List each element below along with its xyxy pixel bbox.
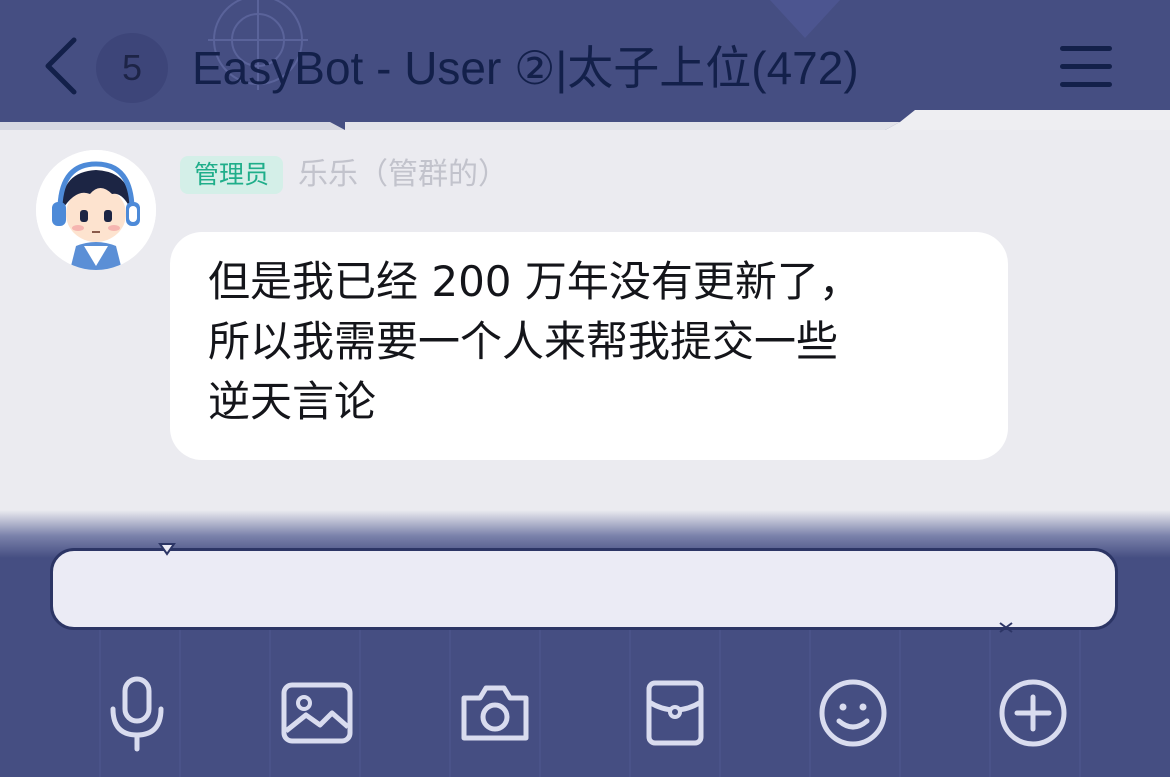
unread-count: 5 (121, 47, 143, 88)
back-button[interactable] (38, 34, 86, 98)
message-text-line: 逆天言论 (208, 377, 377, 426)
plus-icon (999, 679, 1067, 747)
image-icon (281, 682, 353, 744)
more-button[interactable] (988, 668, 1078, 758)
camera-icon (461, 685, 529, 741)
message-text-line: 但是我已经 200 万年没有更新了， (208, 257, 861, 306)
image-button[interactable] (272, 668, 362, 758)
voice-button[interactable] (92, 668, 182, 758)
admin-role-badge: 管理员 (180, 156, 284, 194)
input-toolbar (0, 668, 1170, 758)
hamburger-menu-icon (1060, 46, 1112, 51)
message-input[interactable] (50, 548, 1118, 630)
triangle-marker-icon (158, 543, 176, 556)
message-bubble[interactable]: 但是我已经 200 万年没有更新了， 所以我需要一个人来帮我提交一些 逆天言论 (170, 232, 1008, 460)
chevron-left-icon (45, 37, 77, 95)
message-list: 管理员 乐乐（管群的） 但是我已经 200 万年没有更新了， 所以我需要一个人来… (0, 130, 1170, 520)
red-packet-icon (646, 680, 704, 746)
emoji-button[interactable] (808, 668, 898, 758)
avatar[interactable] (36, 150, 156, 270)
unread-count-badge: 5 (96, 33, 168, 103)
microphone-icon (110, 676, 164, 752)
avatar-image (36, 150, 156, 270)
camera-button[interactable] (450, 668, 540, 758)
emoji-icon (819, 679, 887, 747)
menu-button[interactable] (1054, 40, 1120, 94)
red-packet-button[interactable] (630, 668, 720, 758)
chat-title: EasyBot - User ②|太子上位(472) (192, 42, 859, 94)
cross-marker-icon (999, 622, 1013, 633)
chat-header: 5 EasyBot - User ②|太子上位(472) (0, 0, 1170, 130)
sender-name[interactable]: 乐乐（管群的） (298, 156, 508, 194)
message-text-line: 所以我需要一个人来帮我提交一些 (208, 317, 839, 366)
